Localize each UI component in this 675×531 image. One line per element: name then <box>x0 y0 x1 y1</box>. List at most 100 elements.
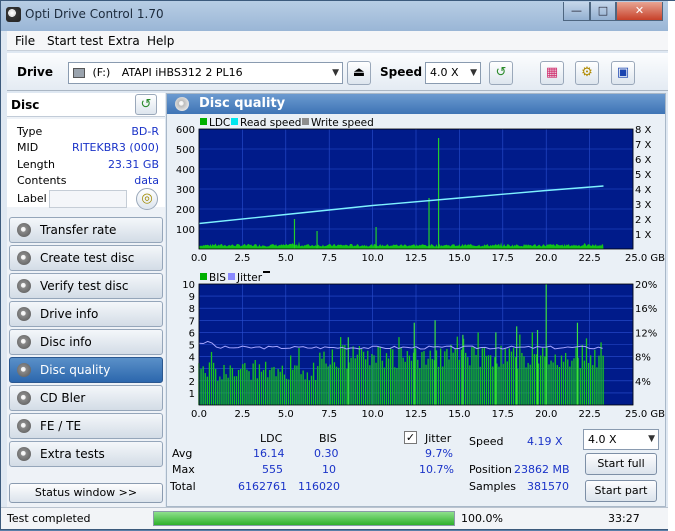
max-label: Max <box>172 463 195 476</box>
elapsed-time: 33:27 <box>608 512 640 525</box>
status-text: Test completed <box>7 512 91 525</box>
bis-avg: 0.30 <box>314 447 339 460</box>
y2-tick-label: 12% <box>635 328 657 339</box>
y-tick-label: 300 <box>176 185 195 196</box>
progress-text: 100.0% <box>461 512 503 525</box>
y-tick-label: 8 <box>189 304 195 315</box>
y-tick-label: 6 <box>189 328 195 339</box>
legend-swatch <box>231 118 238 125</box>
gears-icon: ⚙ <box>581 65 593 80</box>
y2-tick-label: 7 X <box>635 140 652 151</box>
speed-stat-value: 4.19 X <box>527 435 563 448</box>
disc-label-button[interactable]: ◎ <box>136 188 158 210</box>
minimize-button[interactable]: — <box>563 2 590 21</box>
nav-create-test-disc[interactable]: Create test disc <box>9 245 163 271</box>
menu-extra[interactable]: Extra <box>108 34 140 48</box>
drive-select[interactable]: (F:) ATAPI iHBS312 2 PL16 ▼ <box>68 62 343 84</box>
nav-disc-quality[interactable]: Disc quality <box>9 357 163 383</box>
y-tick-label: 1 <box>189 389 195 400</box>
toolbar: Drive (F:) ATAPI iHBS312 2 PL16 ▼ ⏏ Spee… <box>7 53 668 91</box>
speed-select[interactable]: 4.0 X ▼ <box>425 62 481 84</box>
y-tick-label: 200 <box>176 205 195 216</box>
y2-tick-label: 20% <box>635 280 657 291</box>
speed-value: 4.0 X <box>430 66 459 79</box>
nav-extra-tests[interactable]: Extra tests <box>9 441 163 467</box>
y-tick-label: 7 <box>189 316 195 327</box>
legend-label: Jitter <box>236 272 263 284</box>
disc-icon <box>17 223 31 237</box>
maximize-button[interactable]: □ <box>590 2 616 21</box>
contents-key: Contents <box>17 174 67 187</box>
eject-button[interactable]: ⏏ <box>347 61 371 85</box>
y2-tick-label: 3 X <box>635 200 652 211</box>
x-tick-label: 20.0 <box>535 253 557 264</box>
chevron-down-icon: ▼ <box>648 434 655 444</box>
y2-tick-label: 1 X <box>635 230 652 241</box>
close-button[interactable]: ✕ <box>616 2 663 21</box>
drive-letter: (F:) <box>92 66 111 79</box>
y2-tick-label: 6 X <box>635 155 652 166</box>
x-tick-label: 22.5 <box>578 253 600 264</box>
legend-marker <box>263 271 270 273</box>
y2-tick-label: 2 X <box>635 215 652 226</box>
test-speed-select[interactable]: 4.0 X ▼ <box>583 429 659 450</box>
y-tick-label: 3 <box>189 365 195 376</box>
length-key: Length <box>17 158 55 171</box>
disc-icon <box>175 97 189 111</box>
nav-verify-test-disc[interactable]: Verify test disc <box>9 273 163 299</box>
menu-help[interactable]: Help <box>147 34 174 48</box>
refresh-speed-button[interactable]: ↺ <box>489 61 513 85</box>
x-tick-label: 12.5 <box>405 409 427 420</box>
y-tick-label: 500 <box>176 145 195 156</box>
menu-start-test[interactable]: Start test <box>47 34 103 48</box>
background-window-edge <box>668 1 675 531</box>
y-tick-label: 5 <box>189 341 195 352</box>
nav-drive-info[interactable]: Drive info <box>9 301 163 327</box>
status-window-button[interactable]: Status window >> <box>9 483 163 503</box>
app-window: Opti Drive Control 1.70 — □ ✕ File Start… <box>0 0 675 531</box>
nav-label: Drive info <box>40 307 99 321</box>
refresh-disc-button[interactable]: ↺ <box>135 94 157 115</box>
y-tick-label: 10 <box>182 280 195 291</box>
erase-button[interactable]: ▦ <box>540 61 564 85</box>
y-tick-label: 600 <box>176 125 195 136</box>
bis-total: 116020 <box>298 480 340 493</box>
start-part-button[interactable]: Start part <box>585 480 657 502</box>
nav-transfer-rate[interactable]: Transfer rate <box>9 217 163 243</box>
x-tick-label: 20.0 <box>535 409 557 420</box>
disc-icon <box>17 335 31 349</box>
legend-swatch <box>302 118 309 125</box>
nav-label: CD Bler <box>40 391 86 405</box>
type-key: Type <box>17 125 43 138</box>
legend-swatch <box>200 118 207 125</box>
x-tick-label: 10.0 <box>361 253 383 264</box>
x-tick-label: 15.0 <box>448 253 470 264</box>
samples-value: 381570 <box>527 480 569 493</box>
start-full-button[interactable]: Start full <box>585 453 657 475</box>
nav-fe-te[interactable]: FE / TE <box>9 413 163 439</box>
settings-button[interactable]: ⚙ <box>575 61 599 85</box>
menu-bar: File Start test Extra Help <box>7 31 668 51</box>
disc-icon <box>17 363 31 377</box>
samples-label: Samples <box>469 480 516 493</box>
nav-label: FE / TE <box>40 419 82 433</box>
jitter-checkbox[interactable]: ✓ <box>404 431 417 444</box>
jitter-avg: 9.7% <box>425 447 453 460</box>
disc-icon <box>17 391 31 405</box>
y-tick-label: 2 <box>189 377 195 388</box>
label-field[interactable] <box>49 190 127 208</box>
nav-label: Verify test disc <box>40 279 129 293</box>
speed-stat-label: Speed <box>469 435 504 448</box>
ldc-header: LDC <box>260 432 283 445</box>
y2-tick-label: 5 X <box>635 170 652 181</box>
x-tick-label: 0.0 <box>191 253 207 264</box>
y-tick-label: 4 <box>189 353 195 364</box>
save-button[interactable]: ▣ <box>611 61 635 85</box>
nav-cd-bler[interactable]: CD Bler <box>9 385 163 411</box>
menu-file[interactable]: File <box>15 34 35 48</box>
x-tick-label: 25.0 GB <box>625 253 665 264</box>
disc-icon <box>17 307 31 321</box>
x-tick-label: 17.5 <box>492 409 514 420</box>
bis-max: 10 <box>322 463 336 476</box>
nav-disc-info[interactable]: Disc info <box>9 329 163 355</box>
